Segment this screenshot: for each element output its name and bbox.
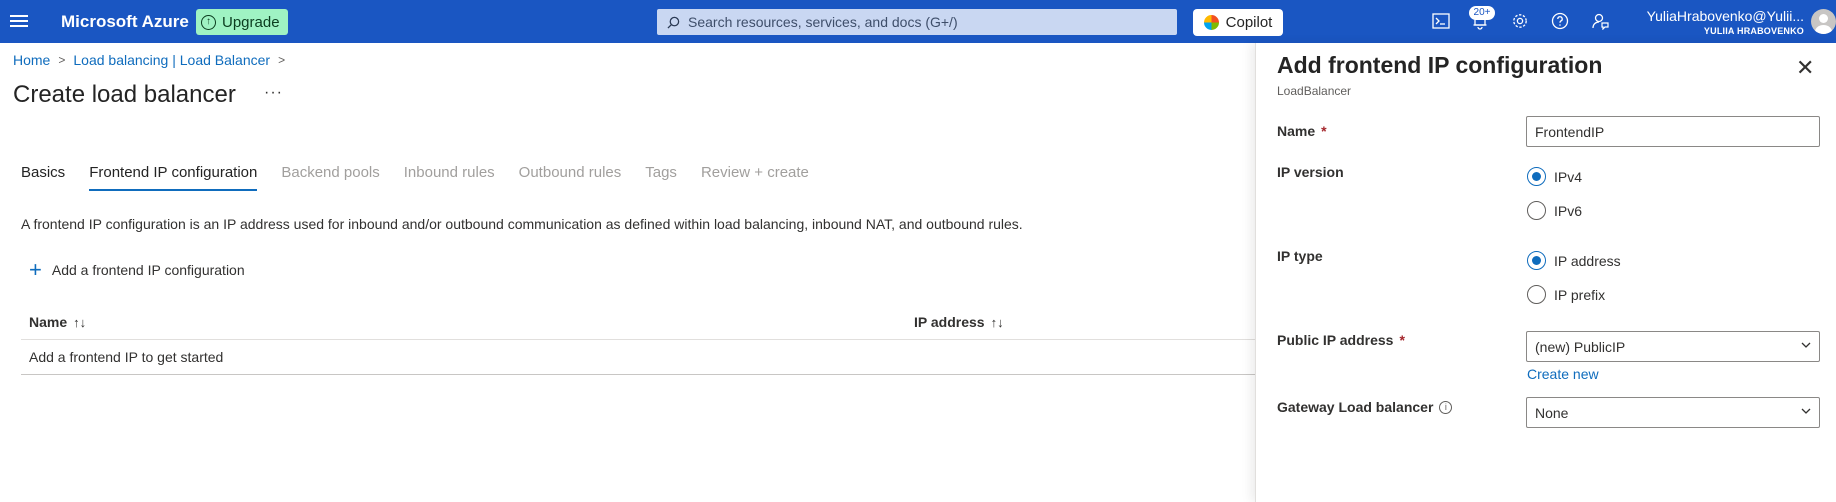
global-search[interactable] — [657, 9, 1177, 35]
account-directory: YULIIA HRABOVENKO — [1703, 26, 1804, 36]
add-frontend-ip-label: Add a frontend IP configuration — [51, 262, 245, 278]
ip-version-label: IP version — [1277, 164, 1344, 180]
radio-unselected-icon — [1527, 285, 1546, 304]
panel-subtitle: LoadBalancer — [1277, 84, 1352, 98]
name-input[interactable] — [1535, 123, 1811, 140]
radio-selected-icon — [1527, 251, 1546, 270]
top-bar: Microsoft Azure ↑ Upgrade Copilot 20+ Yu… — [0, 0, 1836, 43]
frontend-ip-table: Name ↑↓ IP address ↑↓ Add a frontend IP … — [21, 306, 1255, 375]
account-email: YuliaHrabovenko@Yulii... — [1646, 8, 1804, 24]
tab-review-create: Review + create — [700, 164, 809, 181]
avatar[interactable] — [1811, 9, 1836, 34]
brand-title[interactable]: Microsoft Azure — [61, 12, 189, 32]
chevron-down-icon — [1801, 408, 1811, 414]
add-frontend-ip-panel: Add frontend IP configuration LoadBalanc… — [1255, 43, 1836, 502]
breadcrumb: Home > Load balancing | Load Balancer > — [13, 52, 285, 68]
gateway-lb-dropdown[interactable]: None — [1526, 397, 1820, 428]
account-menu[interactable]: YuliaHrabovenko@Yulii... YULIIA HRABOVEN… — [1630, 8, 1804, 36]
radio-ip-address[interactable]: IP address — [1527, 251, 1621, 270]
arrow-up-icon: ↑ — [201, 14, 216, 30]
copilot-button[interactable]: Copilot — [1193, 9, 1283, 36]
tab-inbound-rules: Inbound rules — [403, 164, 495, 181]
page-title: Create load balancer — [13, 81, 236, 108]
ip-type-label: IP type — [1277, 248, 1323, 264]
search-input[interactable] — [688, 14, 1158, 30]
section-description: A frontend IP configuration is an IP add… — [21, 216, 1023, 232]
search-icon — [667, 16, 680, 29]
help-icon[interactable] — [1550, 11, 1570, 31]
sort-icon: ↑↓ — [990, 314, 1004, 330]
chevron-down-icon — [1801, 342, 1811, 348]
plus-icon: + — [29, 257, 42, 282]
sort-icon: ↑↓ — [73, 314, 87, 330]
settings-gear-icon[interactable] — [1510, 11, 1530, 31]
tab-tags: Tags — [645, 164, 677, 181]
copilot-label: Copilot — [1225, 14, 1273, 31]
tab-outbound-rules: Outbound rules — [518, 164, 622, 181]
breadcrumb-home[interactable]: Home — [13, 52, 50, 68]
close-icon[interactable]: ✕ — [1796, 57, 1814, 79]
cloud-shell-icon[interactable] — [1431, 11, 1451, 31]
chevron-right-icon: > — [278, 53, 286, 67]
chevron-right-icon: > — [58, 53, 66, 67]
name-field[interactable] — [1526, 116, 1820, 147]
radio-unselected-icon — [1527, 201, 1546, 220]
gateway-lb-value: None — [1535, 404, 1569, 421]
public-ip-label: Public IP address * — [1277, 332, 1405, 348]
table-header: Name ↑↓ IP address ↑↓ — [21, 306, 1255, 340]
feedback-icon[interactable] — [1590, 11, 1610, 31]
tab-basics[interactable]: Basics — [21, 164, 65, 191]
tab-backend-pools: Backend pools — [281, 164, 380, 181]
column-header-name[interactable]: Name ↑↓ — [29, 314, 86, 330]
tab-frontend-ip-configuration[interactable]: Frontend IP configuration — [89, 164, 258, 191]
radio-selected-icon — [1527, 167, 1546, 186]
column-header-ip-address[interactable]: IP address ↑↓ — [914, 314, 1004, 330]
name-label: Name * — [1277, 123, 1327, 139]
wizard-tabs: Basics Frontend IP configuration Backend… — [21, 164, 833, 191]
create-new-link[interactable]: Create new — [1527, 366, 1599, 382]
radio-ipv6[interactable]: IPv6 — [1527, 201, 1582, 220]
hamburger-menu-icon[interactable] — [10, 12, 28, 30]
upgrade-button[interactable]: ↑ Upgrade — [196, 9, 288, 35]
add-frontend-ip-button[interactable]: + Add a frontend IP configuration — [29, 257, 245, 282]
upgrade-label: Upgrade — [222, 13, 280, 31]
radio-ipv4[interactable]: IPv4 — [1527, 167, 1582, 186]
radio-ip-prefix[interactable]: IP prefix — [1527, 285, 1605, 304]
public-ip-dropdown[interactable]: (new) PublicIP — [1526, 331, 1820, 362]
notifications-badge: 20+ — [1469, 6, 1495, 20]
table-empty-row: Add a frontend IP to get started — [21, 340, 1255, 375]
copilot-logo-icon — [1203, 15, 1219, 30]
breadcrumb-load-balancing[interactable]: Load balancing | Load Balancer — [73, 52, 270, 68]
gateway-lb-label: Gateway Load balancer i — [1277, 399, 1453, 415]
info-icon[interactable]: i — [1439, 400, 1453, 414]
panel-title: Add frontend IP configuration — [1277, 52, 1603, 78]
public-ip-value: (new) PublicIP — [1535, 338, 1626, 355]
more-options-icon[interactable]: ··· — [264, 84, 283, 102]
